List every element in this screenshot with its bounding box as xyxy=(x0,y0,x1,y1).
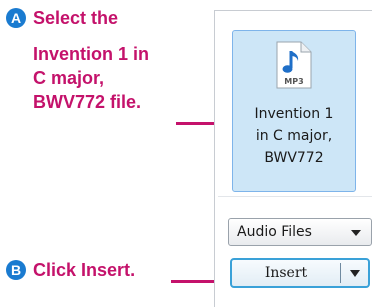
callout-a-line4-bold: BWV772 xyxy=(33,92,106,112)
file-name-label: Invention 1 in C major, BWV772 xyxy=(237,103,351,169)
mp3-music-file-icon: MP3 xyxy=(275,41,313,89)
callout-b-text: Click Insert. xyxy=(33,258,135,282)
callout-a-line4-rest: file. xyxy=(105,92,142,112)
callout-a-line2: Invention 1 in xyxy=(33,44,150,64)
callout-b-prefix: Click xyxy=(33,260,82,280)
insert-button[interactable]: Insert xyxy=(232,260,340,286)
file-name-line-1: Invention 1 xyxy=(254,106,334,122)
callout-b-suffix: . xyxy=(130,260,136,280)
callout-a-line3: C major, xyxy=(33,68,105,88)
chevron-down-icon xyxy=(350,270,360,277)
callout-b-target: Insert xyxy=(81,260,131,280)
file-item-invention-1[interactable]: MP3 Invention 1 in C major, BWV772 xyxy=(232,30,356,192)
callout-b: B Click Insert. xyxy=(6,258,226,282)
file-type-filter-value: Audio Files xyxy=(237,224,312,240)
insert-split-button[interactable]: Insert xyxy=(230,258,370,288)
file-type-filter-dropdown[interactable]: Audio Files xyxy=(228,218,372,246)
callout-badge-b: B xyxy=(6,260,26,280)
divider xyxy=(218,196,372,197)
svg-text:MP3: MP3 xyxy=(284,77,303,86)
file-name-line-2: in C major, xyxy=(255,128,333,144)
insert-options-dropdown-button[interactable] xyxy=(341,260,368,286)
callout-a-line4: BWV772 file. xyxy=(33,90,141,114)
callout-badge-a: A xyxy=(6,8,26,28)
file-name-line-3: BWV772 xyxy=(264,150,324,166)
chevron-down-icon xyxy=(351,230,361,236)
callout-a-line1: Select the xyxy=(33,8,119,28)
